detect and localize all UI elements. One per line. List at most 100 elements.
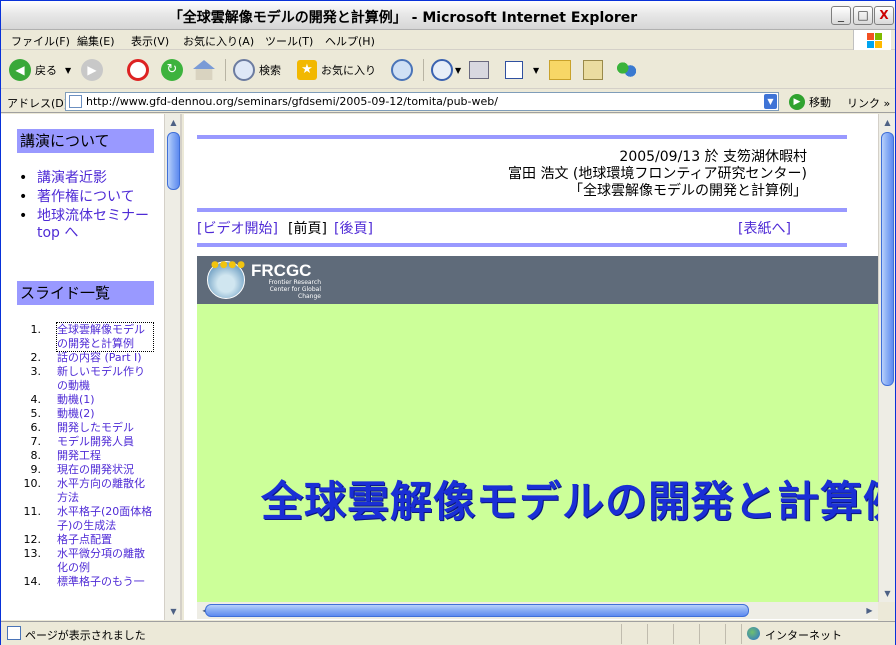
messenger-button[interactable] xyxy=(615,58,637,82)
edit-dropdown-icon[interactable]: ▼ xyxy=(533,66,539,75)
menu-tools[interactable]: ツール(T) xyxy=(265,33,313,49)
stop-button[interactable] xyxy=(127,58,149,82)
forward-arrow-icon: ▶ xyxy=(81,59,103,81)
refresh-button[interactable]: ↻ xyxy=(161,58,183,82)
menu-favorites[interactable]: お気に入り(A) xyxy=(183,33,254,49)
favorites-button[interactable]: ★ お気に入り xyxy=(297,58,376,82)
right-frame: 2005/09/13 於 支笏湖休暇村 富田 浩文 (地球環境フロンティア研究セ… xyxy=(184,114,895,620)
maximize-button[interactable]: □ xyxy=(853,6,873,25)
address-dropdown-icon[interactable]: ▼ xyxy=(764,94,777,109)
slide-list-item[interactable]: 6. 開発したモデル xyxy=(1,421,164,435)
history-button[interactable] xyxy=(391,58,413,82)
slide-link[interactable]: 開発工程 xyxy=(57,449,153,463)
toolbar-separator xyxy=(225,59,226,81)
slide-link[interactable]: 新しいモデル作りの動機 xyxy=(57,365,153,393)
print-button[interactable] xyxy=(469,58,489,82)
scroll-right-icon[interactable]: ▶ xyxy=(861,602,878,619)
slide-link[interactable]: 全球雲解像モデルの開発と計算例 xyxy=(56,322,154,352)
back-arrow-icon: ◀ xyxy=(9,59,31,81)
slide-list-item[interactable]: 11. 水平格子(20面体格子)の生成法 xyxy=(1,505,164,533)
minimize-button[interactable]: _ xyxy=(831,6,851,25)
slide-link[interactable]: モデル開発人員 xyxy=(57,435,153,449)
about-item-copyright[interactable]: 著作権について xyxy=(19,189,157,206)
slide-list-item[interactable]: 7. モデル開発人員 xyxy=(1,435,164,449)
menu-view[interactable]: 表示(V) xyxy=(131,33,169,49)
slide-list-item[interactable]: 5. 動機(2) xyxy=(1,407,164,421)
close-button[interactable]: X xyxy=(874,6,894,25)
right-vertical-scrollbar[interactable]: ▲ ▼ xyxy=(878,114,895,602)
discuss-button[interactable] xyxy=(549,58,571,82)
windows-logo-icon xyxy=(853,30,891,50)
slide-number: 1. xyxy=(30,323,42,336)
slide-list-item[interactable]: 8. 開発工程 xyxy=(1,449,164,463)
address-url: http://www.gfd-dennou.org/seminars/gfdse… xyxy=(86,95,498,108)
mail-dropdown-icon[interactable]: ▼ xyxy=(455,66,461,75)
back-label: 戻る xyxy=(35,64,57,77)
scroll-down-icon[interactable]: ▼ xyxy=(879,585,895,602)
about-item-speaker-photo[interactable]: 講演者近影 xyxy=(19,170,157,187)
slide-list-item[interactable]: 14. 標準格子のもう一 xyxy=(1,575,164,589)
slide-list-item[interactable]: 10. 水平方向の離散化方法 xyxy=(1,477,164,505)
mail-button[interactable]: ▼ xyxy=(431,58,461,82)
slide-link[interactable]: 水平方向の離散化方法 xyxy=(57,477,153,505)
slide-link[interactable]: 現在の開発状況 xyxy=(57,463,153,477)
divider xyxy=(197,208,847,212)
status-bar: ページが表示されました インターネット xyxy=(1,621,895,645)
slide-number: 4. xyxy=(30,393,42,406)
page-icon xyxy=(69,95,82,108)
scroll-up-icon[interactable]: ▲ xyxy=(165,114,180,131)
slide-link[interactable]: 標準格子のもう一 xyxy=(57,575,153,589)
menu-edit[interactable]: 編集(E) xyxy=(77,33,115,49)
about-heading: 講演について xyxy=(17,129,154,153)
address-input[interactable]: http://www.gfd-dennou.org/seminars/gfdse… xyxy=(65,92,779,111)
slide-list-item[interactable]: 2. 話の内容 (Part I) xyxy=(1,351,164,365)
video-start-link[interactable]: [ビデオ開始] xyxy=(197,218,278,238)
scroll-up-icon[interactable]: ▲ xyxy=(879,114,895,131)
slide-number: 10. xyxy=(23,477,42,490)
about-item-seminar-top[interactable]: 地球流体セミナー top へ xyxy=(19,208,157,242)
slide-number: 13. xyxy=(23,547,42,560)
horizontal-scrollbar[interactable]: ◀ ▶ xyxy=(197,602,878,619)
status-cell xyxy=(673,624,674,644)
slide-link[interactable]: 動機(1) xyxy=(57,393,153,407)
slide-link[interactable]: 開発したモデル xyxy=(57,421,153,435)
forward-button[interactable]: ▶ xyxy=(81,58,103,82)
scroll-thumb[interactable] xyxy=(167,132,180,190)
slide-number: 9. xyxy=(30,463,42,476)
slide-list-item[interactable]: 1. 全球雲解像モデルの開発と計算例 xyxy=(1,322,164,352)
menu-help[interactable]: ヘルプ(H) xyxy=(325,33,375,49)
slide-link[interactable]: 格子点配置 xyxy=(57,533,153,547)
slide-link[interactable]: 話の内容 (Part I) xyxy=(57,351,153,365)
scroll-down-icon[interactable]: ▼ xyxy=(165,603,180,620)
status-cell xyxy=(725,624,726,644)
back-button[interactable]: ◀ 戻る ▼ xyxy=(9,58,71,82)
cover-page-link[interactable]: [表紙へ] xyxy=(738,218,791,238)
edit-button[interactable]: ▼ xyxy=(505,58,539,82)
scroll-thumb[interactable] xyxy=(881,132,894,386)
divider xyxy=(197,243,847,247)
slide-link[interactable]: 水平格子(20面体格子)の生成法 xyxy=(57,505,153,533)
search-button[interactable]: 検索 xyxy=(233,58,281,82)
links-button[interactable]: リンク » xyxy=(847,95,890,111)
slide-list-item[interactable]: 4. 動機(1) xyxy=(1,393,164,407)
go-button[interactable]: ▶ 移動 xyxy=(789,94,831,110)
mail-icon xyxy=(431,59,453,81)
toolbar-separator xyxy=(423,59,424,81)
slides-heading: スライド一覧 xyxy=(17,281,154,305)
slide-list-item[interactable]: 3. 新しいモデル作りの動機 xyxy=(1,365,164,393)
slide-link[interactable]: 水平微分項の離散化の例 xyxy=(57,547,153,575)
menu-file[interactable]: ファイル(F) xyxy=(11,33,70,49)
menu-bar: ファイル(F) 編集(E) 表示(V) お気に入り(A) ツール(T) ヘルプ(… xyxy=(1,30,895,50)
research-button[interactable] xyxy=(583,58,603,82)
history-icon xyxy=(391,59,413,81)
slide-link[interactable]: 動機(2) xyxy=(57,407,153,421)
slide-list-item[interactable]: 13. 水平微分項の離散化の例 xyxy=(1,547,164,575)
slide-list-item[interactable]: 12. 格子点配置 xyxy=(1,533,164,547)
horizontal-scroll-thumb[interactable] xyxy=(205,604,749,617)
slide-list-item[interactable]: 9. 現在の開発状況 xyxy=(1,463,164,477)
scroll-corner xyxy=(878,602,895,620)
left-vertical-scrollbar[interactable]: ▲ ▼ xyxy=(164,114,180,620)
next-page-link[interactable]: [後頁] xyxy=(334,218,373,238)
home-button[interactable] xyxy=(193,58,215,82)
back-dropdown-icon[interactable]: ▼ xyxy=(65,66,71,75)
